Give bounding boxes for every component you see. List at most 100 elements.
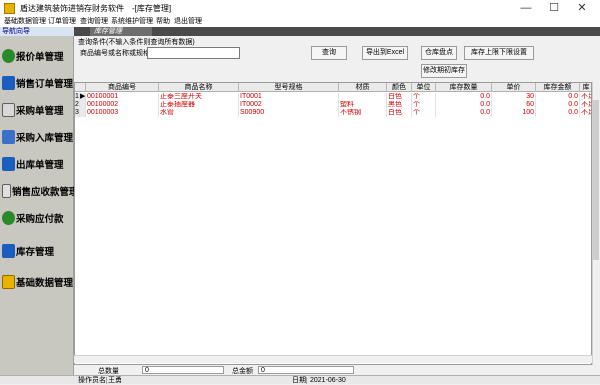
cell-model[interactable]: S00900 bbox=[239, 109, 339, 117]
cell-price[interactable]: 100 bbox=[492, 109, 536, 117]
horizontal-scrollbar[interactable] bbox=[74, 355, 592, 363]
totals-footer: 总数量 0 总金额 0 bbox=[74, 365, 600, 375]
total-amount-value: 0 bbox=[258, 366, 354, 374]
cell-code[interactable]: 00100002 bbox=[86, 101, 159, 109]
tab-strip bbox=[74, 27, 600, 36]
cell-amount[interactable]: 0.0 bbox=[536, 101, 580, 109]
cell-model[interactable]: IT0001 bbox=[239, 93, 339, 101]
nav-item-label: 销售应收款管理 bbox=[12, 187, 79, 198]
cell-material[interactable] bbox=[339, 93, 387, 101]
cell-qty[interactable]: 0.0 bbox=[436, 93, 492, 101]
col-header-color[interactable]: 颜色 bbox=[387, 83, 412, 92]
cell-status[interactable]: 不足 bbox=[580, 93, 591, 101]
table-row[interactable]: 3 00100003 水管 S00900 不锈钢 白色 个 0.0 100 0.… bbox=[75, 109, 591, 117]
stocktake-button[interactable]: 仓库盘点 bbox=[421, 46, 457, 60]
col-header-status[interactable]: 库 bbox=[580, 83, 591, 92]
status-separator bbox=[306, 377, 307, 384]
nav-item-inventory[interactable]: 库存管理 bbox=[2, 241, 72, 261]
nav-item-outbound[interactable]: 出库单管理 bbox=[2, 154, 72, 174]
nav-item-label: 出库单管理 bbox=[16, 160, 64, 171]
nav-item-label: 采购单管理 bbox=[16, 106, 64, 117]
outbound-icon bbox=[2, 157, 15, 171]
cell-price[interactable]: 30 bbox=[492, 93, 536, 101]
menu-orders[interactable]: 订单管理 bbox=[48, 17, 76, 27]
cell-unit[interactable]: 个 bbox=[412, 101, 436, 109]
cell-price[interactable]: 60 bbox=[492, 101, 536, 109]
nav-item-sales-order[interactable]: 销售订单管理 bbox=[2, 73, 74, 93]
app-icon bbox=[4, 3, 15, 14]
cell-color[interactable]: 白色 bbox=[387, 93, 412, 101]
window-title: 盾达建筑装饰进销存财务软件 -[库存管理] bbox=[20, 4, 172, 13]
vertical-scroll-thumb[interactable] bbox=[593, 100, 599, 260]
query-hint: 查询条件(不输入条件则查询所有数据) bbox=[78, 39, 195, 46]
cell-name[interactable]: 正泰三座开关 bbox=[159, 93, 239, 101]
menu-query[interactable]: 查询管理 bbox=[80, 17, 108, 27]
cell-status[interactable]: 不足 bbox=[580, 109, 591, 117]
initial-stock-button[interactable]: 修改期初库存 bbox=[421, 64, 467, 78]
query-button[interactable]: 查询 bbox=[311, 46, 347, 60]
cell-code[interactable]: 00100001 bbox=[86, 93, 159, 101]
table-row[interactable]: 2 00100002 正泰插座器 IT0002 塑料 黑色 个 0.0 60 0… bbox=[75, 101, 591, 109]
cell-material[interactable]: 塑料 bbox=[339, 101, 387, 109]
col-header-name[interactable]: 商品名称 bbox=[159, 83, 239, 92]
menu-system[interactable]: 系统维护管理 bbox=[111, 17, 153, 27]
nav-item-quote[interactable]: 报价单管理 bbox=[2, 46, 72, 66]
maximize-button[interactable]: ☐ bbox=[540, 0, 568, 17]
nav-item-label: 采购入库管理 bbox=[16, 133, 74, 144]
cell-amount[interactable]: 0.0 bbox=[536, 93, 580, 101]
nav-item-label: 报价单管理 bbox=[16, 52, 64, 63]
grid-header: 商品编号 商品名称 型号规格 材质 颜色 单位 库存数量 单价 库存金额 库 bbox=[75, 83, 591, 92]
menu-exit[interactable]: 退出管理 bbox=[174, 17, 202, 27]
cell-model[interactable]: IT0002 bbox=[239, 101, 339, 109]
status-separator bbox=[106, 377, 107, 384]
cell-unit[interactable]: 个 bbox=[412, 109, 436, 117]
col-header-code[interactable]: 商品编号 bbox=[86, 83, 159, 92]
cell-color[interactable]: 白色 bbox=[387, 109, 412, 117]
inventory-icon bbox=[2, 244, 15, 258]
col-header-model[interactable]: 型号规格 bbox=[239, 83, 339, 92]
nav-item-basic-data[interactable]: 基础数据管理 bbox=[2, 272, 73, 292]
col-header-unit[interactable]: 单位 bbox=[412, 83, 436, 92]
cell-code[interactable]: 00100003 bbox=[86, 109, 159, 117]
tab-inventory[interactable]: 库存管理 bbox=[90, 27, 152, 36]
menu-basic-data[interactable]: 基础数据管理 bbox=[4, 17, 46, 27]
search-label: 商品编号或名称或规格 bbox=[80, 50, 150, 57]
col-header-amount[interactable]: 库存金额 bbox=[536, 83, 580, 92]
col-header-price[interactable]: 单价 bbox=[492, 83, 536, 92]
status-bar: 操作员名 王勇 日期 2021-06-30 bbox=[0, 375, 600, 384]
menu-bar: 基础数据管理 订单管理 查询管理 系统维护管理 帮助 退出管理 bbox=[0, 17, 600, 27]
basic-data-icon bbox=[2, 275, 15, 289]
order-icon bbox=[2, 76, 15, 90]
cell-amount[interactable]: 0.0 bbox=[536, 109, 580, 117]
cell-material[interactable]: 不锈钢 bbox=[339, 109, 387, 117]
nav-item-label: 销售订单管理 bbox=[16, 79, 74, 90]
nav-item-receivable[interactable]: 销售应收款管理 bbox=[2, 181, 79, 201]
smiley-icon bbox=[2, 49, 15, 63]
nav-panel: 报价单管理 销售订单管理 采购单管理 采购入库管理 出库单管理 销售应收款管理 … bbox=[0, 36, 79, 376]
purchase-icon bbox=[2, 103, 15, 117]
nav-item-purchase[interactable]: 采购单管理 bbox=[2, 100, 72, 120]
export-excel-button[interactable]: 导出到Excel bbox=[362, 46, 408, 60]
cell-name[interactable]: 正泰插座器 bbox=[159, 101, 239, 109]
payable-icon bbox=[2, 211, 15, 225]
minimize-button[interactable]: — bbox=[512, 0, 540, 17]
inventory-grid: 商品编号 商品名称 型号规格 材质 颜色 单位 库存数量 单价 库存金额 库 1… bbox=[74, 82, 592, 365]
cell-qty[interactable]: 0.0 bbox=[436, 101, 492, 109]
search-input[interactable] bbox=[147, 47, 240, 59]
cell-unit[interactable]: 个 bbox=[412, 93, 436, 101]
total-qty-value: 0 bbox=[142, 366, 224, 374]
nav-item-payable[interactable]: 采购应付款 bbox=[2, 208, 72, 228]
cell-name[interactable]: 水管 bbox=[159, 109, 239, 117]
receivable-icon bbox=[2, 184, 11, 198]
menu-help[interactable]: 帮助 bbox=[156, 17, 170, 27]
close-button[interactable]: ✕ bbox=[568, 0, 596, 17]
col-header-material[interactable]: 材质 bbox=[339, 83, 387, 92]
inbound-icon bbox=[2, 130, 15, 144]
cell-status[interactable]: 不足 bbox=[580, 101, 591, 109]
col-header-qty[interactable]: 库存数量 bbox=[436, 83, 492, 92]
table-row[interactable]: 1 ▶ 00100001 正泰三座开关 IT0001 白色 个 0.0 30 0… bbox=[75, 93, 591, 101]
nav-item-purchase-inbound[interactable]: 采购入库管理 bbox=[2, 127, 74, 147]
stock-limit-button[interactable]: 库存上限下限设置 bbox=[464, 46, 534, 60]
cell-color[interactable]: 黑色 bbox=[387, 101, 412, 109]
cell-qty[interactable]: 0.0 bbox=[436, 109, 492, 117]
